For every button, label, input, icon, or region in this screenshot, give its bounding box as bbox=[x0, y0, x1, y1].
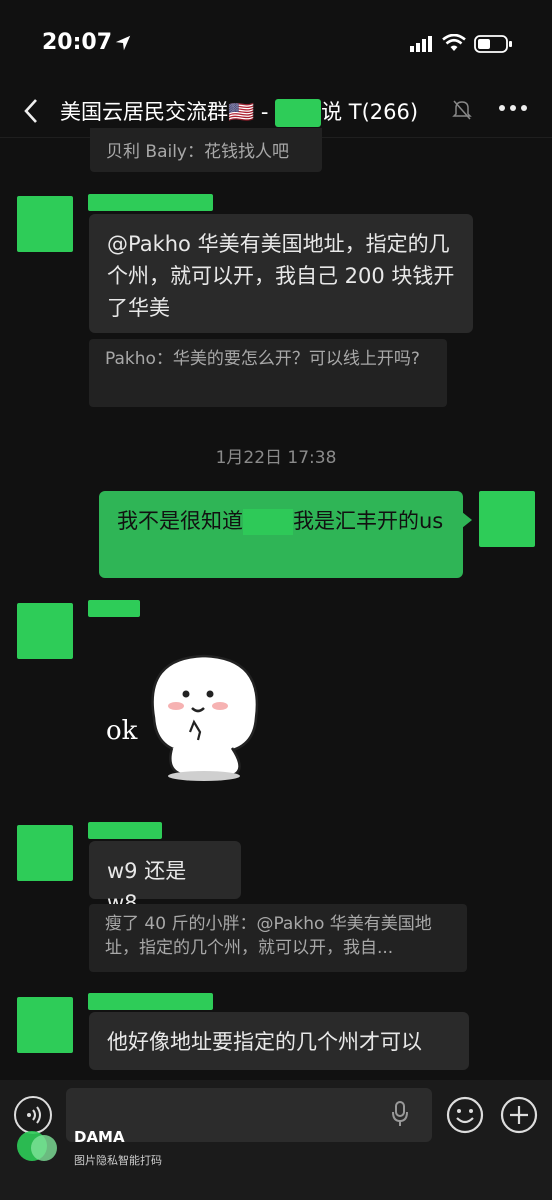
redaction-block bbox=[243, 509, 293, 535]
title-suffix: 说 T bbox=[321, 100, 362, 124]
message-bubble[interactable]: w9 还是 w8 bbox=[89, 841, 241, 915]
sender-name bbox=[88, 993, 213, 1010]
chat-title: 美国云居民交流群🇺🇸 - 说 T(266) bbox=[60, 96, 418, 127]
location-arrow-icon bbox=[115, 35, 131, 51]
wifi-icon bbox=[442, 34, 466, 51]
quote-text: 贝利 Baily：花钱找人吧 bbox=[106, 142, 289, 162]
mute-bell-icon bbox=[452, 100, 472, 120]
signal-icon bbox=[410, 36, 432, 52]
watermark-logo-icon bbox=[17, 1131, 57, 1161]
message-text-b: 我是汇丰开的us bbox=[293, 509, 444, 533]
sender-name bbox=[88, 822, 162, 839]
message-text: @Pakho 华美有美国地址，指定的几个州，就可以开，我自己 200 块钱开了华… bbox=[107, 232, 455, 320]
message-bubble[interactable]: 他好像地址要指定的几个州才可以 bbox=[89, 1012, 469, 1070]
quoted-message[interactable]: 贝利 Baily：花钱找人吧 bbox=[90, 128, 322, 172]
battery-icon bbox=[474, 35, 512, 53]
sender-name bbox=[88, 600, 140, 617]
watermark-subtitle: 图片隐私智能打码 bbox=[74, 1154, 162, 1167]
plus-icon[interactable] bbox=[500, 1096, 538, 1134]
watermark-title: DAMA bbox=[74, 1128, 125, 1146]
status-bar: 20:07 bbox=[0, 0, 552, 88]
title-prefix: 美国云居民交流群🇺🇸 - bbox=[60, 100, 276, 124]
message-text-a: 我不是很知道 bbox=[117, 509, 243, 533]
quoted-message[interactable]: 瘦了 40 斤的小胖：@Pakho 华美有美国地址，指定的几个州，就可以开，我自… bbox=[89, 904, 467, 972]
sender-name bbox=[88, 194, 213, 211]
sticker[interactable]: ok bbox=[104, 648, 274, 788]
message-bubble[interactable]: @Pakho 华美有美国地址，指定的几个州，就可以开，我自己 200 块钱开了华… bbox=[89, 214, 473, 333]
mic-icon[interactable] bbox=[390, 1100, 410, 1128]
back-icon[interactable] bbox=[18, 96, 44, 126]
message-text: 他好像地址要指定的几个州才可以 bbox=[107, 1030, 422, 1054]
input-bar: DAMA 图片隐私智能打码 bbox=[0, 1080, 552, 1200]
quote-text: Pakho：华美的要怎么开？可以线上开吗? bbox=[105, 349, 420, 369]
avatar[interactable] bbox=[17, 603, 73, 659]
quote-text: 瘦了 40 斤的小胖：@Pakho 华美有美国地址，指定的几个州，就可以开，我自… bbox=[105, 914, 432, 958]
sticker-text: ok bbox=[106, 716, 138, 746]
quoted-message[interactable]: Pakho：华美的要怎么开？可以线上开吗? bbox=[89, 339, 447, 407]
message-bubble-outgoing[interactable]: 我不是很知道 我是汇丰开的us bbox=[99, 491, 463, 578]
bubble-tail-outgoing bbox=[462, 512, 472, 528]
voice-icon bbox=[27, 1106, 41, 1124]
timestamp: 1月22日 17:38 bbox=[215, 448, 337, 468]
status-time: 20:07 bbox=[42, 30, 113, 55]
avatar[interactable] bbox=[17, 997, 73, 1053]
avatar[interactable] bbox=[17, 825, 73, 881]
more-icon[interactable] bbox=[498, 104, 528, 112]
avatar[interactable] bbox=[17, 196, 73, 252]
emoji-icon[interactable] bbox=[446, 1096, 484, 1134]
avatar-self[interactable] bbox=[479, 491, 535, 547]
redaction-block bbox=[275, 99, 322, 127]
member-count: (266) bbox=[361, 100, 419, 124]
